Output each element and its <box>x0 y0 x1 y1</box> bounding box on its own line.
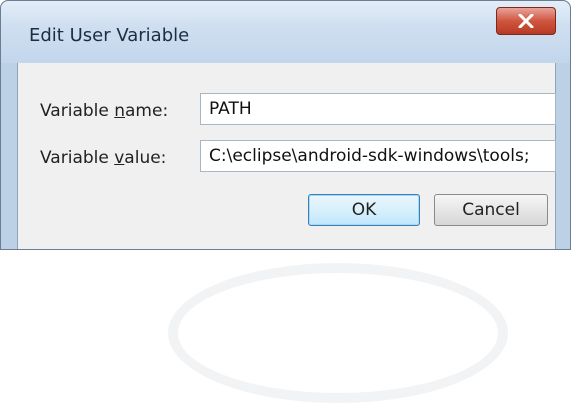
background-watermark <box>168 263 508 403</box>
dialog-body: Variable name: PATH Variable value: C:\e… <box>17 63 556 403</box>
close-button[interactable] <box>496 7 556 35</box>
variable-value-input[interactable]: C:\eclipse\android-sdk-windows\tools; <box>200 140 556 172</box>
title-bar[interactable]: Edit User Variable <box>1 1 570 63</box>
variable-name-input[interactable]: PATH <box>200 93 556 125</box>
ok-button[interactable]: OK <box>308 194 420 226</box>
cancel-button[interactable]: Cancel <box>434 194 548 226</box>
dialog-title: Edit User Variable <box>29 25 190 46</box>
close-icon <box>518 14 534 28</box>
variable-name-label: Variable name: <box>40 101 169 121</box>
variable-value-label: Variable value: <box>40 148 167 168</box>
edit-user-variable-dialog: Edit User Variable Variable name: PATH V… <box>0 0 571 403</box>
